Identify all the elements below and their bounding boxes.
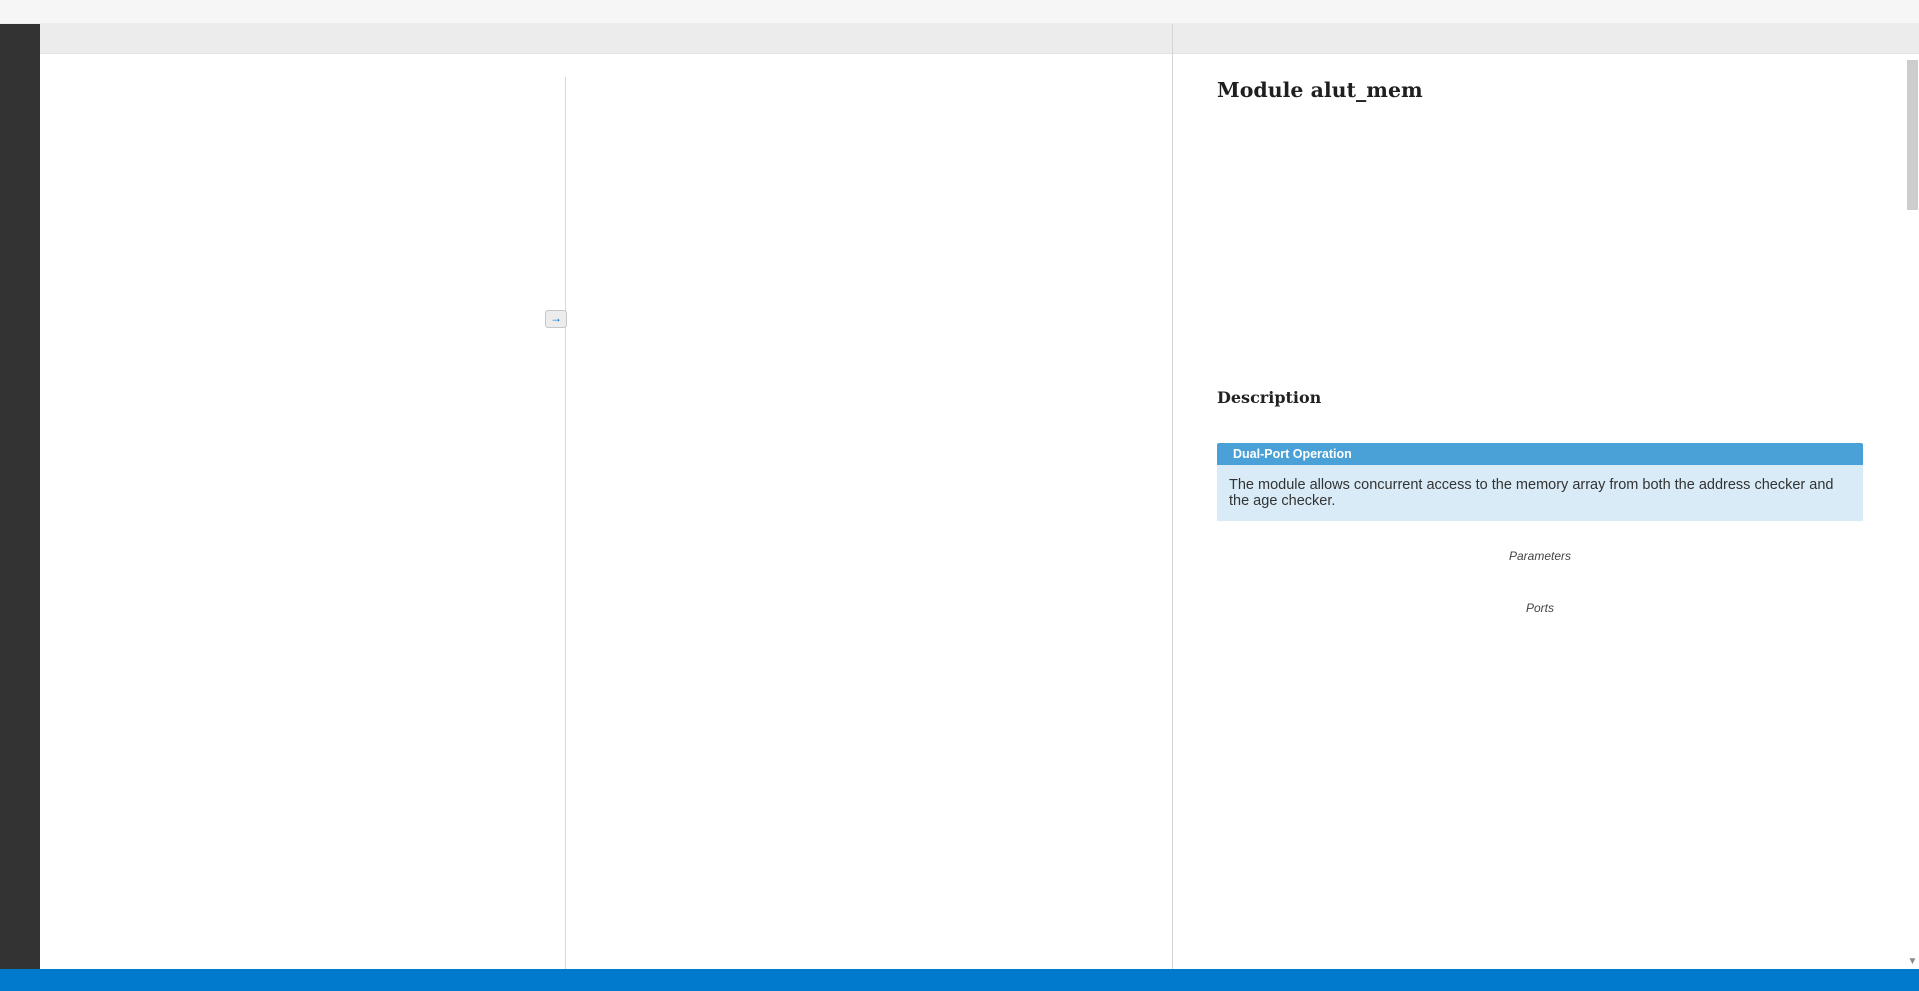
diff-pane-modified[interactable] [565, 77, 1172, 969]
block-diagram [1217, 110, 1863, 362]
note-body: The module allows concurrent access to t… [1217, 465, 1863, 521]
specador-preview-content: Module alut_mem Description Dual-Port Op… [1173, 54, 1919, 969]
status-bar [0, 969, 1919, 991]
preview-scrollbar[interactable]: ▼ [1906, 54, 1919, 969]
preview-editor-group: Module alut_mem Description Dual-Port Op… [1172, 24, 1919, 969]
diff-pane-original[interactable] [40, 77, 565, 969]
editor-tab-bar [40, 24, 1172, 54]
vscode-window: → Module alut_mem Description Dual-Port [0, 0, 1919, 991]
module-title: Module alut_mem [1217, 78, 1863, 102]
admonition-note: Dual-Port Operation The module allows co… [1217, 443, 1863, 521]
scroll-down-arrow-icon[interactable]: ▼ [1906, 956, 1919, 967]
activity-bar [0, 24, 40, 969]
description-heading: Description [1217, 388, 1863, 407]
parameters-caption: Parameters [1217, 549, 1863, 563]
preview-tab-bar [1173, 24, 1919, 54]
note-title: Dual-Port Operation [1233, 447, 1352, 461]
ports-caption: Ports [1217, 601, 1863, 615]
breadcrumb[interactable] [40, 54, 1172, 77]
menu-bar [0, 0, 1919, 24]
diff-editor-group: → [40, 24, 1172, 969]
diff-navigate-arrow-icon[interactable]: → [545, 310, 567, 328]
